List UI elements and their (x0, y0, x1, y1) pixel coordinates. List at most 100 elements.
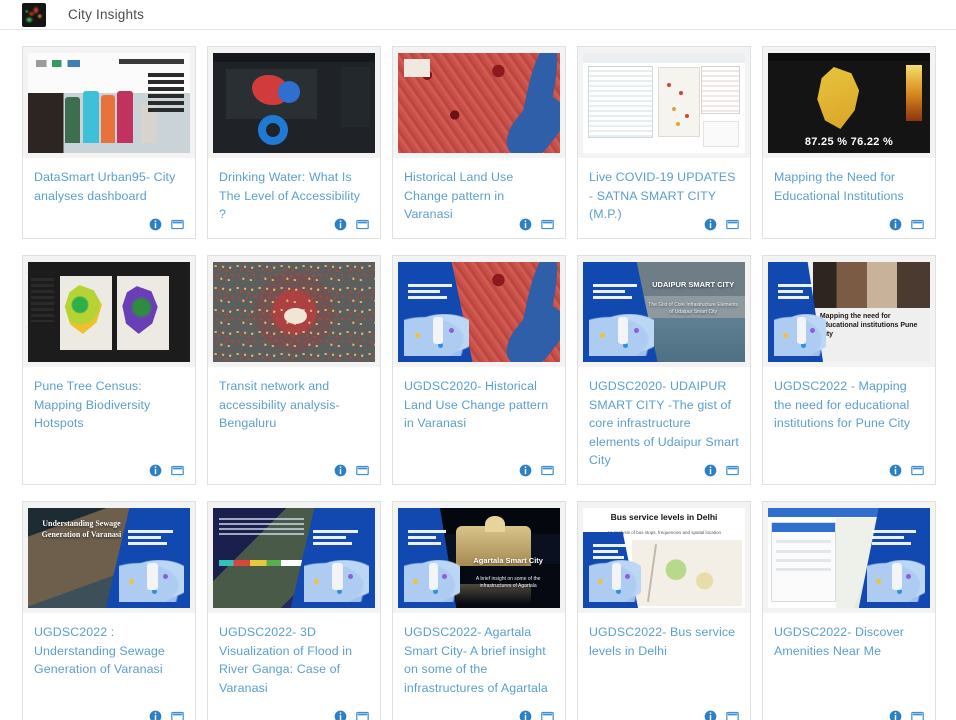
info-icon[interactable] (519, 710, 532, 720)
open-window-icon[interactable] (911, 218, 924, 231)
thumbnail-urban95-dashboard[interactable] (28, 53, 190, 153)
open-window-icon[interactable] (356, 710, 369, 720)
thumbnail-poster-amenities[interactable] (768, 508, 930, 608)
card-title-link[interactable]: UGDSC2022- Discover Amenities Near Me (774, 623, 924, 660)
thumbnail-poster-sewage-varanasi[interactable]: Understanding Sewage Generation of Varan… (28, 508, 190, 608)
thumbnail-poster-subtitle: A brief insight on some of the infrastru… (463, 576, 554, 590)
gallery-card[interactable]: Transit network and accessibility analys… (207, 255, 381, 485)
card-title-link[interactable]: UGDSC2022- Bus service levels in Delhi (589, 623, 739, 660)
info-icon[interactable] (149, 710, 162, 720)
item-gallery-grid: DataSmart Urban95- City analyses dashboa… (0, 30, 956, 720)
gallery-card[interactable]: Drinking Water: What Is The Level of Acc… (207, 46, 381, 239)
gallery-card[interactable]: Pune Tree Census: Mapping Biodiversity H… (22, 255, 196, 485)
info-icon[interactable] (149, 218, 162, 231)
card-thumbnail-frame: Mapping the need for educational institu… (763, 256, 935, 367)
card-title-link[interactable]: UGDSC2020- UDAIPUR SMART CITY -The gist … (589, 377, 739, 470)
open-window-icon[interactable] (356, 218, 369, 231)
info-icon[interactable] (704, 464, 717, 477)
thumbnail-edu-choropleth[interactable]: 87.25 % 76.22 % (768, 53, 930, 153)
card-actions (23, 214, 195, 238)
gallery-card[interactable]: Live COVID-19 UPDATES - SATNA SMART CITY… (577, 46, 751, 239)
thumbnail-poster-flood-ganga[interactable] (213, 508, 375, 608)
card-actions (763, 214, 935, 238)
card-thumbnail-frame: 87.25 % 76.22 % (763, 47, 935, 158)
thumbnail-poster-varanasi[interactable] (398, 262, 560, 362)
info-icon[interactable] (334, 464, 347, 477)
thumbnail-poster-delhi-bus[interactable]: Bus service levels in Delhi An analysis … (583, 508, 745, 608)
card-body: UGDSC2022- Discover Amenities Near Me (763, 613, 935, 706)
thumbnail-poster-udaipur[interactable]: UDAIPUR SMART CITY The Gist of Core Infr… (583, 262, 745, 362)
thumbnail-poster-title: Bus service levels in Delhi (588, 512, 740, 522)
open-window-icon[interactable] (541, 710, 554, 720)
info-icon[interactable] (704, 710, 717, 720)
gallery-card[interactable]: Mapping the need for educational institu… (762, 255, 936, 485)
info-icon[interactable] (704, 218, 717, 231)
thumbnail-poster-caption: Mapping the need for educational institu… (820, 312, 925, 339)
gallery-card[interactable]: Agartala Smart City A brief insight on s… (392, 501, 566, 720)
thumbnail-covid-dashboard[interactable] (583, 53, 745, 153)
card-title-link[interactable]: Transit network and accessibility analys… (219, 377, 369, 433)
gallery-card[interactable]: 87.25 % 76.22 % Mapping the Need for Edu… (762, 46, 936, 239)
card-actions (23, 706, 195, 720)
card-body: UGDSC2022 : Understanding Sewage Generat… (23, 613, 195, 706)
gallery-card[interactable]: UGDSC2022- Discover Amenities Near Me (762, 501, 936, 720)
card-body: UGDSC2022 - Mapping the need for educati… (763, 367, 935, 460)
card-title-link[interactable]: Mapping the Need for Educational Institu… (774, 168, 924, 205)
open-window-icon[interactable] (911, 464, 924, 477)
card-body: UGDSC2022- Bus service levels in Delhi (578, 613, 750, 706)
thumbnail-pune-tree-panels[interactable] (28, 262, 190, 362)
thumbnail-poster-title: Agartala Smart City (463, 556, 554, 566)
open-window-icon[interactable] (726, 710, 739, 720)
card-title-link[interactable]: UGDSC2022- 3D Visualization of Flood in … (219, 623, 369, 697)
card-body: Mapping the Need for Educational Institu… (763, 158, 935, 214)
thumbnail-poster-title: UDAIPUR SMART CITY (648, 280, 739, 290)
open-window-icon[interactable] (356, 464, 369, 477)
info-icon[interactable] (519, 218, 532, 231)
gallery-card[interactable]: UGDSC2022- 3D Visualization of Flood in … (207, 501, 381, 720)
gallery-card[interactable]: UDAIPUR SMART CITY The Gist of Core Infr… (577, 255, 751, 485)
info-icon[interactable] (519, 464, 532, 477)
open-window-icon[interactable] (171, 464, 184, 477)
open-window-icon[interactable] (171, 218, 184, 231)
open-window-icon[interactable] (541, 464, 554, 477)
card-title-link[interactable]: UGDSC2022 : Understanding Sewage Generat… (34, 623, 184, 679)
open-window-icon[interactable] (911, 710, 924, 720)
info-icon[interactable] (889, 218, 902, 231)
info-icon[interactable] (149, 464, 162, 477)
card-actions (578, 706, 750, 720)
thumbnail-poster-agartala[interactable]: Agartala Smart City A brief insight on s… (398, 508, 560, 608)
thumbnail-dark-dashboard[interactable] (213, 53, 375, 153)
gallery-card[interactable]: Historical Land Use Change pattern in Va… (392, 46, 566, 239)
card-thumbnail-frame (578, 47, 750, 158)
card-body: UGDSC2022- 3D Visualization of Flood in … (208, 613, 380, 706)
card-title-link[interactable]: Pune Tree Census: Mapping Biodiversity H… (34, 377, 184, 433)
gallery-card[interactable]: Bus service levels in Delhi An analysis … (577, 501, 751, 720)
card-title-link[interactable]: DataSmart Urban95- City analyses dashboa… (34, 168, 184, 205)
card-title-link[interactable]: UGDSC2020- Historical Land Use Change pa… (404, 377, 554, 433)
thumbnail-poster-pune-education[interactable]: Mapping the need for educational institu… (768, 262, 930, 362)
card-actions (578, 460, 750, 484)
card-body: Pune Tree Census: Mapping Biodiversity H… (23, 367, 195, 460)
thumbnail-varanasi-ndvi[interactable] (398, 53, 560, 153)
info-icon[interactable] (889, 464, 902, 477)
info-icon[interactable] (334, 218, 347, 231)
info-icon[interactable] (889, 710, 902, 720)
card-thumbnail-frame: Understanding Sewage Generation of Varan… (23, 502, 195, 613)
card-title-link[interactable]: UGDSC2022- Agartala Smart City- A brief … (404, 623, 554, 697)
thumbnail-transit-density[interactable] (213, 262, 375, 362)
gallery-card[interactable]: DataSmart Urban95- City analyses dashboa… (22, 46, 196, 239)
open-window-icon[interactable] (171, 710, 184, 720)
gallery-card[interactable]: UGDSC2020- Historical Land Use Change pa… (392, 255, 566, 485)
open-window-icon[interactable] (726, 464, 739, 477)
card-actions (23, 460, 195, 484)
thumbnail-stat-text: 87.25 % 76.22 % (768, 136, 930, 148)
info-icon[interactable] (334, 710, 347, 720)
open-window-icon[interactable] (726, 218, 739, 231)
thumbnail-poster-caption: Understanding Sewage Generation of Varan… (38, 518, 125, 540)
card-actions (393, 214, 565, 238)
card-body: UGDSC2020- UDAIPUR SMART CITY -The gist … (578, 367, 750, 460)
card-actions (208, 460, 380, 484)
card-title-link[interactable]: UGDSC2022 - Mapping the need for educati… (774, 377, 924, 433)
open-window-icon[interactable] (541, 218, 554, 231)
gallery-card[interactable]: Understanding Sewage Generation of Varan… (22, 501, 196, 720)
